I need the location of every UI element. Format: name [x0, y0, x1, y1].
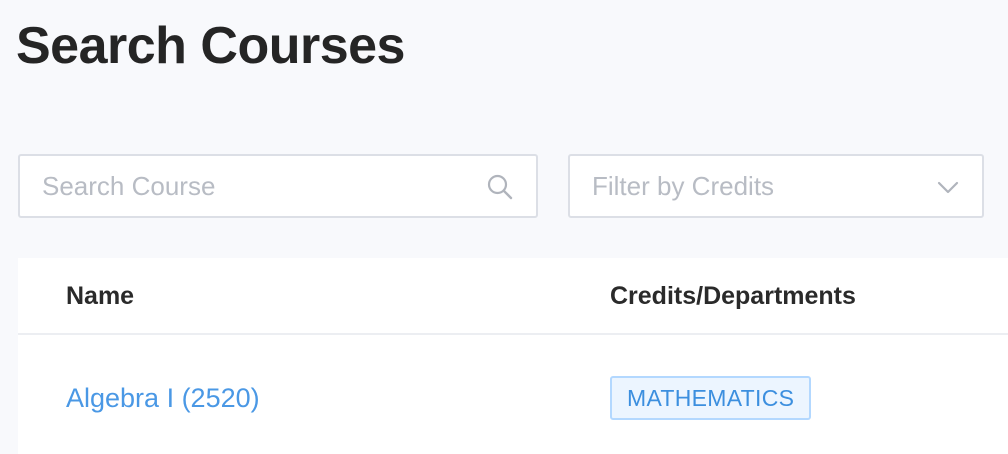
column-header-credits-departments: Credits/Departments	[610, 282, 856, 310]
page: Search Courses Filter by Credits Name Cr…	[0, 0, 1008, 454]
chevron-down-icon	[937, 181, 959, 194]
course-link[interactable]: Algebra I (2520)	[66, 378, 260, 418]
search-input[interactable]	[42, 156, 482, 216]
credits-filter-select[interactable]: Filter by Credits	[568, 154, 984, 218]
department-tag: MATHEMATICS	[610, 376, 812, 420]
page-title: Search Courses	[16, 17, 405, 75]
table-header: Name Credits/Departments	[18, 258, 1008, 335]
search-box[interactable]	[18, 154, 538, 218]
search-icon[interactable]	[486, 173, 514, 201]
column-header-name: Name	[66, 282, 135, 310]
courses-table: Name Credits/Departments Algebra I (2520…	[18, 258, 1008, 454]
filter-placeholder: Filter by Credits	[592, 171, 775, 201]
table-row: Algebra I (2520) MATHEMATICS	[18, 337, 1008, 454]
